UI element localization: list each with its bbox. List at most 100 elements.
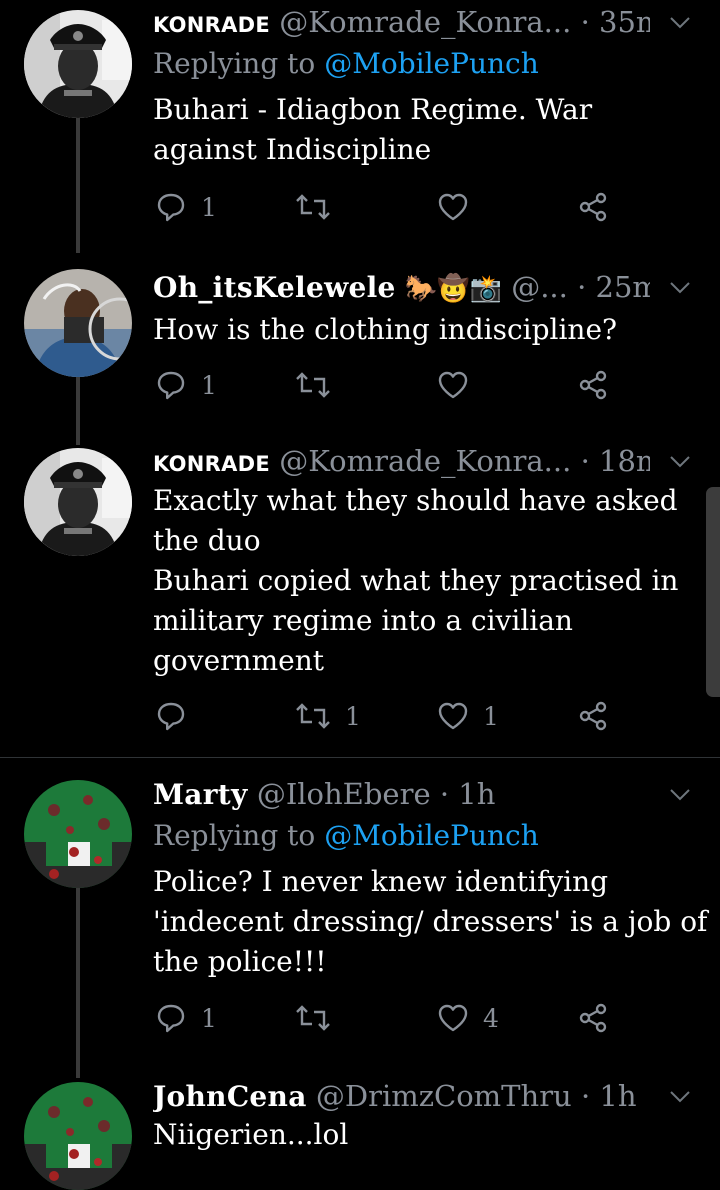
- thread-line: [76, 375, 80, 445]
- tweet[interactable]: JohnCena @DrimzComThru · 1h Niigerien...…: [0, 1070, 720, 1160]
- separator-dot: ·: [577, 270, 587, 304]
- chevron-down-icon[interactable]: [668, 449, 692, 473]
- avatar[interactable]: [24, 780, 132, 888]
- chevron-down-icon[interactable]: [668, 782, 692, 806]
- display-name[interactable]: KONRADE: [153, 13, 270, 37]
- display-name[interactable]: JohnCena: [153, 1080, 307, 1113]
- separator-dot: ·: [439, 777, 450, 811]
- retweet-button[interactable]: [295, 998, 331, 1038]
- chevron-down-icon[interactable]: [668, 275, 692, 299]
- avatar[interactable]: [24, 1082, 132, 1190]
- tweet-header: KONRADE @Komrade_Konra... · 18m: [153, 441, 650, 481]
- like-button[interactable]: [437, 187, 469, 227]
- replying-to: Replying to @MobilePunch: [153, 816, 539, 856]
- retweet-icon: [295, 1002, 331, 1034]
- display-name[interactable]: Marty: [153, 778, 248, 811]
- text-line: military regime into a civilian: [153, 604, 573, 637]
- text-line: Exactly what they should have asked: [153, 484, 678, 517]
- heart-icon: [437, 1002, 469, 1034]
- avatar[interactable]: [24, 448, 132, 556]
- text-line: Police? I never knew identifying: [153, 865, 609, 898]
- timestamp[interactable]: 1h: [599, 1079, 636, 1113]
- share-button[interactable]: [577, 998, 609, 1038]
- like-count: 4: [483, 1003, 499, 1033]
- timestamp[interactable]: 1h: [458, 777, 495, 811]
- reply-button[interactable]: 1: [155, 365, 217, 405]
- timestamp[interactable]: 18m: [599, 444, 650, 478]
- timestamp[interactable]: 35m: [599, 5, 650, 39]
- reply-button[interactable]: 1: [155, 187, 217, 227]
- replying-prefix: Replying to: [153, 47, 316, 80]
- user-handle[interactable]: @DrimzComThru: [316, 1079, 572, 1113]
- tweet-text: Buhari - Idiagbon Regime. War against In…: [153, 90, 690, 170]
- action-bar: 1: [155, 365, 625, 405]
- scrollbar-thumb[interactable]: [706, 487, 720, 697]
- reply-count: 1: [201, 1003, 217, 1033]
- display-name[interactable]: KONRADE: [153, 452, 270, 476]
- avatar[interactable]: [24, 10, 132, 118]
- retweet-button[interactable]: [295, 365, 331, 405]
- action-bar: 1 1: [155, 696, 625, 736]
- retweet-icon: [295, 369, 331, 401]
- separator-dot: ·: [580, 444, 590, 478]
- user-handle[interactable]: @IlohEbere: [257, 777, 431, 811]
- display-name[interactable]: Oh_itsKelewele: [153, 271, 396, 304]
- tweet[interactable]: Oh_itsKelewele 🐎🤠📸 @... · 25m How is the…: [0, 255, 720, 445]
- retweet-icon: [295, 700, 331, 732]
- separator-dot: ·: [580, 1079, 591, 1113]
- reply-button[interactable]: 1: [155, 998, 217, 1038]
- text-line: the duo: [153, 524, 261, 557]
- avatar[interactable]: [24, 269, 132, 377]
- reply-count: 1: [201, 370, 217, 400]
- replying-to: Replying to @MobilePunch: [153, 44, 539, 84]
- share-button[interactable]: [577, 696, 609, 736]
- text-line: 'indecent dressing/ dressers' is a job o…: [153, 905, 708, 938]
- tweet-text: Police? I never knew identifying 'indece…: [153, 862, 708, 982]
- thread-line: [76, 888, 80, 1078]
- replying-prefix: Replying to: [153, 819, 316, 852]
- like-count: 1: [483, 701, 499, 731]
- share-icon: [577, 1002, 609, 1034]
- replying-to-link[interactable]: @MobilePunch: [324, 47, 539, 80]
- tweet-text: Exactly what they should have asked the …: [153, 481, 690, 681]
- heart-icon: [437, 369, 469, 401]
- like-button[interactable]: 1: [437, 696, 499, 736]
- thread-divider: [0, 757, 720, 758]
- action-bar: 1: [155, 187, 625, 227]
- share-icon: [577, 700, 609, 732]
- retweet-button[interactable]: [295, 187, 331, 227]
- tweet-header: Oh_itsKelewele 🐎🤠📸 @... · 25m: [153, 267, 650, 307]
- chevron-down-icon[interactable]: [668, 1084, 692, 1108]
- user-handle[interactable]: @...: [511, 270, 568, 304]
- reply-icon: [155, 1002, 187, 1034]
- action-bar: 1 4: [155, 998, 625, 1038]
- text-line: the police!!!: [153, 945, 327, 978]
- replying-to-link[interactable]: @MobilePunch: [324, 819, 539, 852]
- tweet[interactable]: KONRADE @Komrade_Konra... · 35m Replying…: [0, 0, 720, 253]
- reply-button[interactable]: [155, 696, 187, 736]
- retweet-count: 1: [345, 701, 361, 731]
- reply-icon: [155, 191, 187, 223]
- text-line: How is the clothing indiscipline?: [153, 313, 618, 346]
- tweet-text: Niigerien...lol: [153, 1115, 690, 1155]
- share-icon: [577, 191, 609, 223]
- user-handle[interactable]: @Komrade_Konra...: [279, 5, 571, 39]
- retweet-button[interactable]: 1: [295, 696, 361, 736]
- heart-icon: [437, 191, 469, 223]
- tweet[interactable]: Marty @IlohEbere · 1h Replying to @Mobil…: [0, 770, 720, 1078]
- chevron-down-icon[interactable]: [668, 10, 692, 34]
- text-line: Niigerien...lol: [153, 1118, 349, 1151]
- like-button[interactable]: 4: [437, 998, 499, 1038]
- thread-line: [76, 118, 80, 253]
- share-button[interactable]: [577, 187, 609, 227]
- timestamp[interactable]: 25m: [596, 270, 650, 304]
- separator-dot: ·: [580, 5, 590, 39]
- user-handle[interactable]: @Komrade_Konra...: [279, 444, 571, 478]
- like-button[interactable]: [437, 365, 469, 405]
- reply-count: 1: [201, 192, 217, 222]
- retweet-icon: [295, 191, 331, 223]
- name-emojis: 🐎🤠📸: [404, 274, 502, 304]
- reply-icon: [155, 700, 187, 732]
- tweet[interactable]: KONRADE @Komrade_Konra... · 18m Exactly …: [0, 440, 720, 755]
- share-button[interactable]: [577, 365, 609, 405]
